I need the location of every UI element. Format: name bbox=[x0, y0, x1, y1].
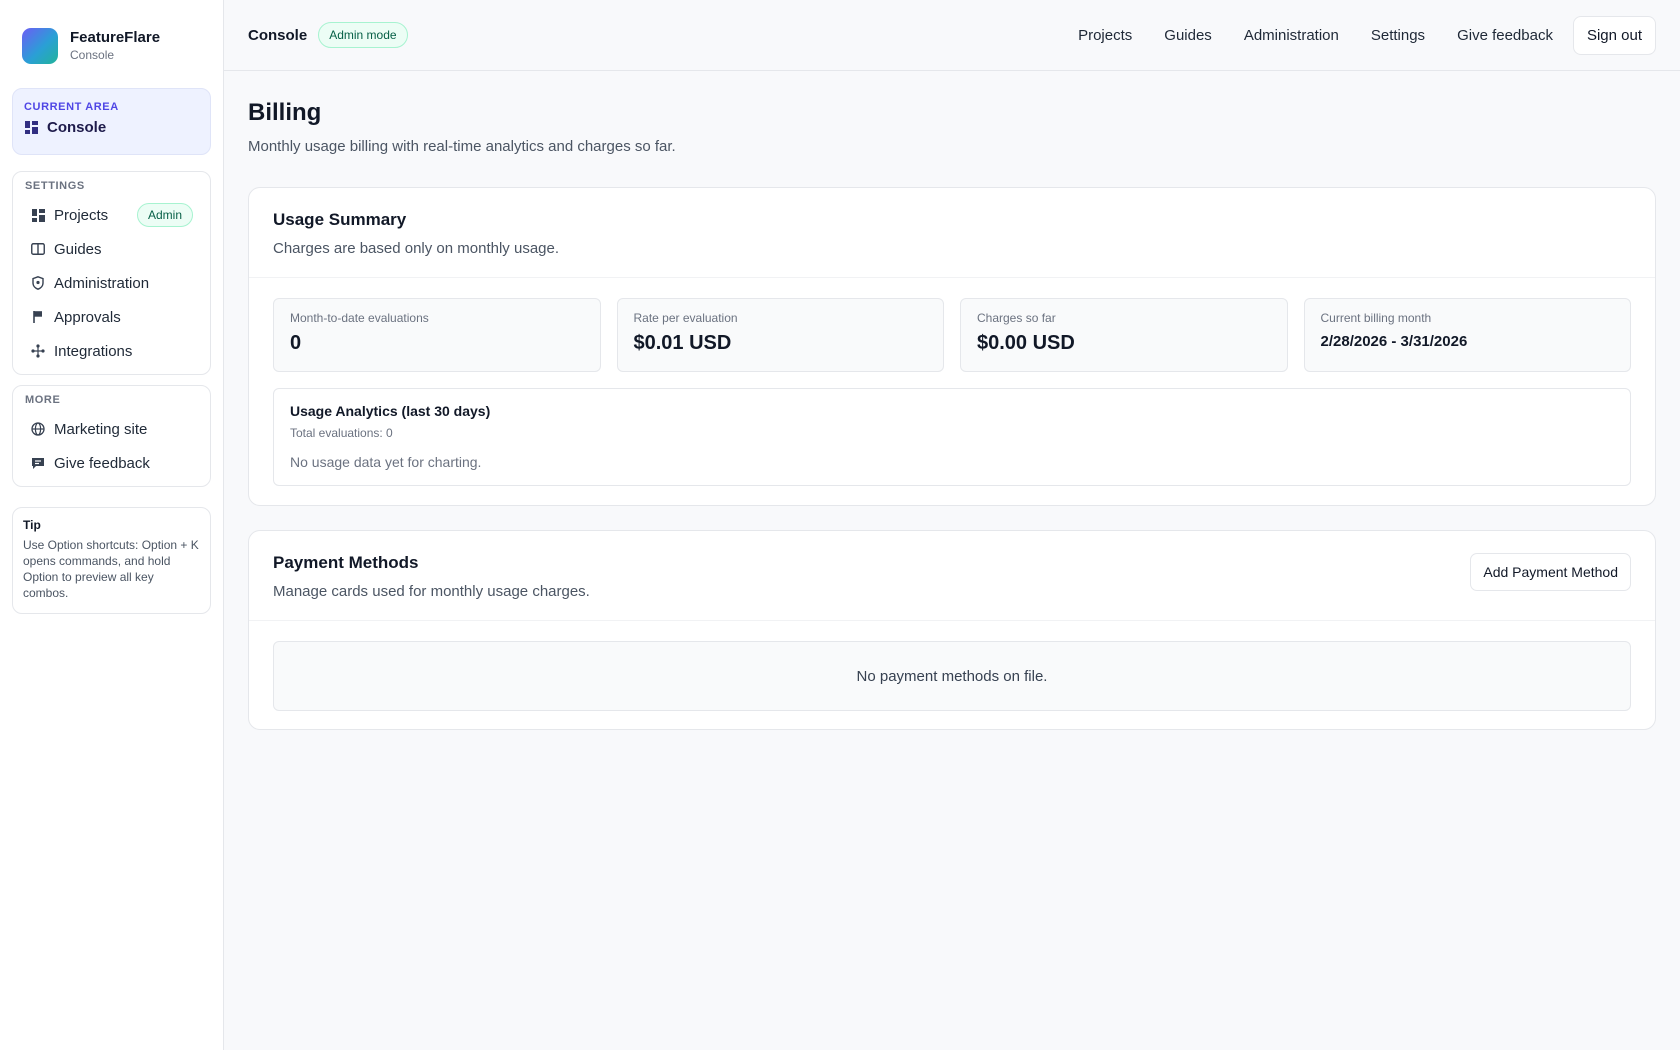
brand-name: FeatureFlare bbox=[70, 29, 161, 46]
settings-nav: SETTINGS Projects Admin Guides Administr… bbox=[12, 171, 211, 375]
sidebar-item-administration[interactable]: Administration bbox=[13, 266, 210, 300]
usage-summary-title: Usage Summary bbox=[273, 210, 407, 229]
book-icon bbox=[31, 242, 45, 256]
tip-title: Tip bbox=[23, 518, 41, 532]
stat-charges-so-far: Charges so far $0.00 USD bbox=[960, 298, 1288, 372]
more-kicker: MORE bbox=[25, 394, 61, 406]
main-content: Billing Monthly usage billing with real-… bbox=[248, 71, 1656, 730]
sidebar-item-give-feedback[interactable]: Give feedback bbox=[13, 446, 210, 480]
page-title: Billing bbox=[248, 99, 322, 126]
brand-logo bbox=[22, 28, 58, 64]
payment-methods-header: Payment Methods Manage cards used for mo… bbox=[249, 531, 1655, 621]
stat-current-billing-month: Current billing month 2/28/2026 - 3/31/2… bbox=[1303, 298, 1631, 372]
payment-methods-subtitle: Manage cards used for monthly usage char… bbox=[273, 583, 590, 600]
usage-summary-subtitle: Charges are based only on monthly usage. bbox=[273, 240, 560, 257]
current-area-item[interactable]: Console bbox=[24, 119, 199, 136]
sidebar-item-label: Guides bbox=[54, 240, 102, 258]
grid-icon bbox=[31, 208, 45, 222]
brand[interactable]: FeatureFlare Console bbox=[12, 0, 211, 92]
page-subtitle: Monthly usage billing with real-time ana… bbox=[248, 138, 676, 155]
sidebar-item-label: Give feedback bbox=[54, 454, 150, 472]
stat-month-to-date-evaluations: Month-to-date evaluations 0 bbox=[273, 298, 601, 372]
sidebar-item-label: Projects bbox=[54, 206, 109, 224]
shield-icon bbox=[31, 276, 45, 290]
usage-analytics-total: Total evaluations: 0 bbox=[290, 426, 393, 440]
brand-subtitle: Console bbox=[70, 48, 115, 62]
topbar-title: Console bbox=[248, 26, 308, 44]
payment-methods-title: Payment Methods bbox=[273, 553, 419, 572]
usage-analytics-title: Usage Analytics (last 30 days) bbox=[290, 403, 491, 419]
sidebar-item-projects[interactable]: Projects Admin bbox=[13, 198, 210, 232]
stat-label: Month-to-date evaluations bbox=[290, 311, 429, 325]
stat-value: $0.01 USD bbox=[633, 332, 732, 354]
top-nav: Projects Guides Administration Settings … bbox=[1046, 15, 1656, 55]
sidebar: FeatureFlare Console CURRENT AREA Consol… bbox=[0, 0, 224, 1050]
more-nav: MORE Marketing site Give feedback bbox=[12, 385, 211, 487]
message-icon bbox=[31, 456, 45, 470]
stat-value: 0 bbox=[290, 332, 302, 354]
sign-out-button[interactable]: Sign out bbox=[1572, 15, 1656, 55]
stat-value: $0.00 USD bbox=[977, 332, 1075, 354]
sidebar-item-approvals[interactable]: Approvals bbox=[13, 300, 210, 334]
current-area: CURRENT AREA Console bbox=[12, 88, 211, 155]
sidebar-item-label: Approvals bbox=[54, 308, 121, 326]
stat-value: 2/28/2026 - 3/31/2026 bbox=[1320, 333, 1468, 350]
sidebar-item-integrations[interactable]: Integrations bbox=[13, 334, 210, 368]
stat-label: Rate per evaluation bbox=[633, 311, 738, 325]
grid-icon bbox=[24, 121, 38, 135]
usage-analytics: Usage Analytics (last 30 days) Total eva… bbox=[273, 388, 1631, 486]
usage-stats: Month-to-date evaluations 0 Rate per eva… bbox=[273, 298, 1631, 372]
topbar: Console Admin mode Projects Guides Admin… bbox=[224, 0, 1680, 71]
payment-methods-empty: No payment methods on file. bbox=[273, 641, 1631, 711]
settings-kicker: SETTINGS bbox=[25, 180, 85, 192]
stat-label: Charges so far bbox=[977, 311, 1056, 325]
usage-summary-header: Usage Summary Charges are based only on … bbox=[249, 188, 1655, 278]
sidebar-item-label: Marketing site bbox=[54, 420, 148, 438]
tip-box: Tip Use Option shortcuts: Option + K ope… bbox=[12, 507, 211, 614]
payment-methods-card: Payment Methods Manage cards used for mo… bbox=[248, 530, 1656, 730]
admin-badge: Admin bbox=[136, 203, 193, 227]
sidebar-item-label: Administration bbox=[54, 274, 150, 292]
usage-summary-card: Usage Summary Charges are based only on … bbox=[248, 187, 1656, 506]
top-nav-administration[interactable]: Administration bbox=[1244, 27, 1339, 44]
admin-mode-badge: Admin mode bbox=[318, 22, 408, 48]
top-nav-projects[interactable]: Projects bbox=[1078, 27, 1132, 44]
sidebar-item-label: Integrations bbox=[54, 342, 133, 360]
stat-label: Current billing month bbox=[1320, 311, 1432, 325]
globe-icon bbox=[31, 422, 45, 436]
top-nav-guides[interactable]: Guides bbox=[1164, 27, 1212, 44]
flag-icon bbox=[31, 310, 45, 324]
add-payment-method-button[interactable]: Add Payment Method bbox=[1470, 553, 1631, 591]
sidebar-item-guides[interactable]: Guides bbox=[13, 232, 210, 266]
stat-rate-per-evaluation: Rate per evaluation $0.01 USD bbox=[616, 298, 944, 372]
current-area-kicker: CURRENT AREA bbox=[24, 101, 119, 113]
top-nav-settings[interactable]: Settings bbox=[1371, 27, 1425, 44]
usage-analytics-empty: No usage data yet for charting. bbox=[290, 454, 482, 470]
top-nav-give-feedback[interactable]: Give feedback bbox=[1457, 27, 1553, 44]
tip-text: Use Option shortcuts: Option + K opens c… bbox=[23, 538, 199, 600]
sidebar-item-marketing-site[interactable]: Marketing site bbox=[13, 412, 210, 446]
current-area-label: Console bbox=[47, 119, 107, 136]
workflow-icon bbox=[31, 344, 45, 358]
